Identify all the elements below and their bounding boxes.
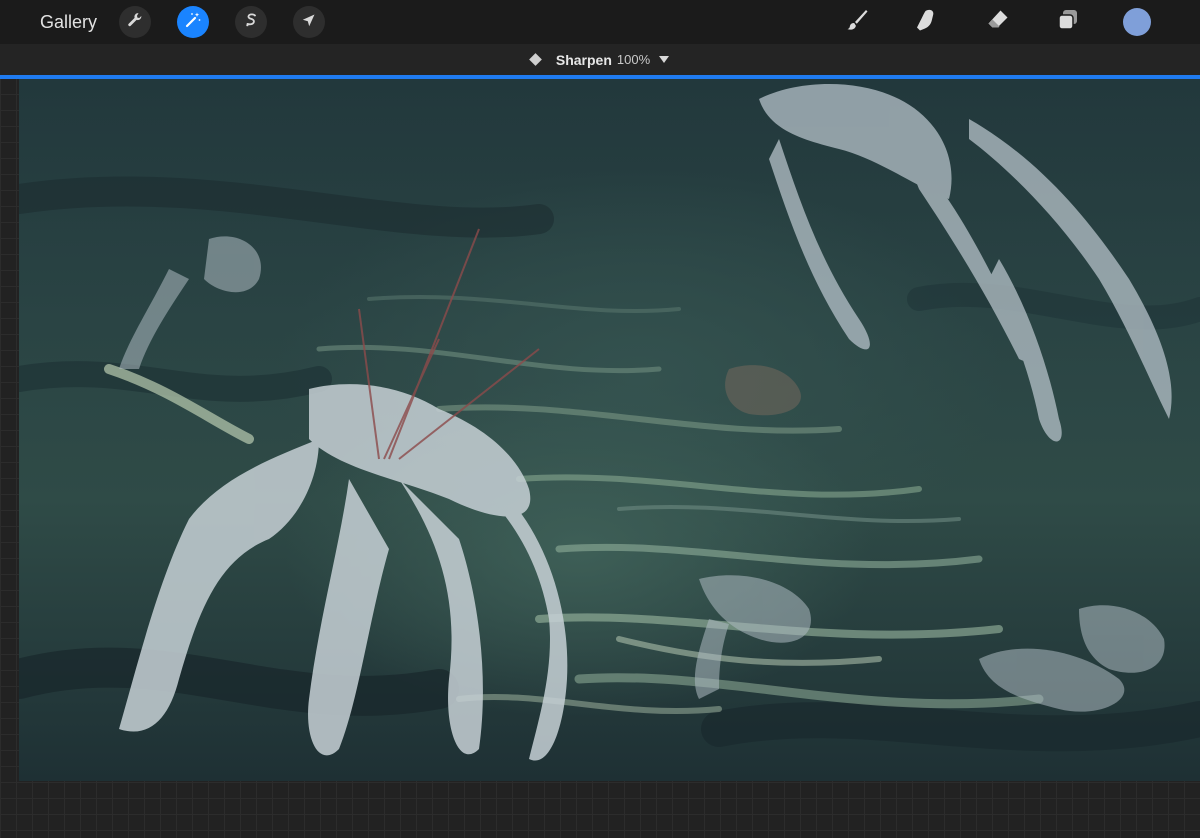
magic-wand-icon <box>184 11 202 34</box>
canvas-painting <box>19 84 1200 761</box>
wrench-icon <box>126 11 144 34</box>
diamond-icon <box>528 53 542 66</box>
adjustment-label[interactable]: Sharpen 100% <box>0 44 1200 75</box>
transform-button[interactable] <box>293 6 325 38</box>
selection-button[interactable] <box>235 6 267 38</box>
smudge-finger-icon <box>913 7 939 38</box>
brush-button[interactable] <box>842 7 872 37</box>
eraser-icon <box>985 7 1011 38</box>
color-picker-button[interactable] <box>1123 8 1151 36</box>
artwork-canvas[interactable] <box>19 79 1200 781</box>
chevron-down-icon[interactable] <box>659 56 670 63</box>
adjustments-button[interactable] <box>177 6 209 38</box>
adjustment-name: Sharpen <box>555 51 612 68</box>
selection-s-icon <box>242 11 260 34</box>
adjustment-value: 100% <box>616 52 651 67</box>
smudge-button[interactable] <box>911 7 941 37</box>
top-toolbar: Gallery <box>0 0 1200 44</box>
layers-icon <box>1055 7 1081 38</box>
arrow-cursor-icon <box>300 11 318 34</box>
brush-icon <box>844 7 870 38</box>
actions-button[interactable] <box>119 6 151 38</box>
eraser-button[interactable] <box>983 7 1013 37</box>
layers-button[interactable] <box>1053 7 1083 37</box>
gallery-button[interactable]: Gallery <box>40 11 97 33</box>
